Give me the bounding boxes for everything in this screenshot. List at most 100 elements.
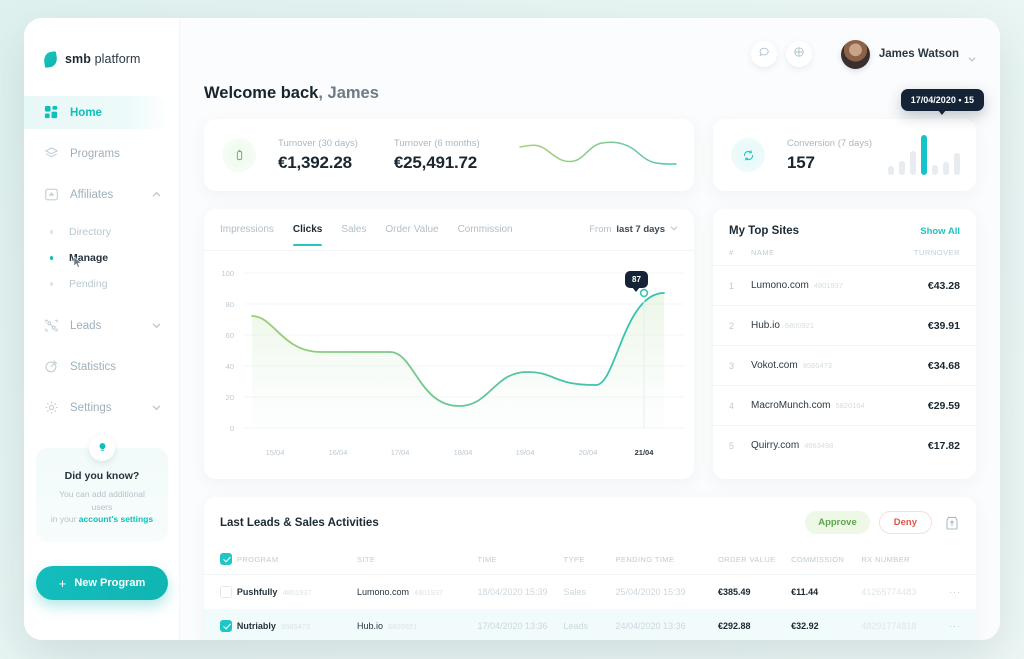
table-header-row: PROGRAM SITE TIME TYPE PENDING TIME ORDE… xyxy=(204,546,976,575)
sidebar-item-affiliates[interactable]: Affiliates xyxy=(24,178,179,211)
tip-title: Did you know? xyxy=(64,469,140,482)
table-row[interactable]: Nutriably 9585473 Hub.io 6800921 17/04/202… xyxy=(204,609,976,640)
sidebar-item-statistics[interactable]: Statistics xyxy=(24,350,179,383)
turnover-sparkline xyxy=(518,133,678,175)
site-turnover: €43.28 xyxy=(927,279,960,292)
chevron-down-icon xyxy=(968,50,976,62)
nodes-icon xyxy=(44,318,59,333)
row-checkbox[interactable] xyxy=(220,620,232,632)
refresh-icon xyxy=(731,138,765,172)
user-menu[interactable]: James Watson xyxy=(840,39,976,69)
sidebar-subitem-pending[interactable]: Pending xyxy=(24,271,179,297)
select-all-cell xyxy=(204,546,237,575)
table-row[interactable]: Pushfully 4801937 Lumono.com 4801937 18/04… xyxy=(204,575,976,610)
turnover-30d-value: €1,392.28 xyxy=(278,152,352,172)
range-prefix: From xyxy=(589,224,612,235)
sidebar-item-home[interactable]: Home xyxy=(24,96,171,129)
grid-icon xyxy=(44,105,59,120)
sidebar-subitem-directory[interactable]: Directory xyxy=(24,219,179,245)
tip-body: You can add additional users in your acc… xyxy=(48,488,156,526)
sidebar-item-settings[interactable]: Settings xyxy=(24,391,179,424)
deny-button[interactable]: Deny xyxy=(878,511,932,534)
app-window: smb platform Home Programs Affiliates Di… xyxy=(24,18,1000,640)
tab-impressions[interactable]: Impressions xyxy=(220,224,274,246)
conversion-label: Conversion (7 days) xyxy=(787,137,873,149)
cell-rx-number: 48291774818 xyxy=(861,609,950,640)
turnover-6m-label: Turnover (6 months) xyxy=(393,137,480,149)
list-item[interactable]: 5 Quirry.com 4663498 €17.82 xyxy=(713,425,976,465)
row-more-button[interactable]: ··· xyxy=(949,609,976,640)
col-rank: # xyxy=(729,248,734,257)
plus-icon: + xyxy=(58,575,67,591)
activities-table: PROGRAM SITE TIME TYPE PENDING TIME ORDE… xyxy=(204,546,976,640)
site-id: 6800921 xyxy=(784,321,815,330)
site-turnover: €17.82 xyxy=(927,439,960,452)
gear-icon xyxy=(44,400,59,415)
col-more xyxy=(949,546,976,575)
svg-text:80: 80 xyxy=(226,300,234,309)
list-item[interactable]: 2 Hub.io 6800921 €39.91 xyxy=(713,305,976,345)
cell-type: Sales xyxy=(563,587,587,597)
show-all-link[interactable]: Show All xyxy=(920,226,960,237)
battery-icon xyxy=(222,138,256,172)
sidebar-item-label: Affiliates xyxy=(70,188,114,201)
sidebar-subitem-label: Directory xyxy=(69,226,112,238)
site-rank: 3 xyxy=(729,360,735,371)
chevron-down-icon xyxy=(152,321,161,330)
brand-text: smb platform xyxy=(65,52,141,66)
activities-title: Last Leads & Sales Activities xyxy=(220,516,379,529)
site-id: 4663498 xyxy=(804,441,834,450)
sidebar-item-label: Statistics xyxy=(70,360,117,373)
apps-button[interactable] xyxy=(785,41,812,67)
site-rank: 5 xyxy=(729,440,735,451)
top-sites-columns: # NAME TURNOVER xyxy=(713,248,976,265)
new-program-label: New Program xyxy=(74,577,146,589)
cell-order-value: €385.49 xyxy=(717,587,751,597)
col-time: TIME xyxy=(477,546,564,575)
sidebar-item-programs[interactable]: Programs xyxy=(24,137,179,170)
export-icon[interactable] xyxy=(944,515,960,531)
account-settings-link[interactable]: account's settings xyxy=(79,514,153,524)
brand-logo[interactable]: smb platform xyxy=(24,44,179,74)
chart-tabs: Impressions Clicks Sales Order Value Com… xyxy=(204,209,694,246)
list-item[interactable]: 1 Lumono.com 4801937 €43.28 xyxy=(713,265,976,305)
col-pending-time: PENDING TIME xyxy=(615,546,718,575)
activities-header: Last Leads & Sales Activities Approve De… xyxy=(204,497,976,546)
tab-order-value[interactable]: Order Value xyxy=(385,224,438,246)
sidebar-item-leads[interactable]: Leads xyxy=(24,309,179,342)
sidebar-nav: Home Programs Affiliates Directory Manag… xyxy=(24,96,179,424)
list-item[interactable]: 4 MacroMunch.com 5820164 €29.59 xyxy=(713,385,976,425)
list-item[interactable]: 3 Vokot.com 9585473 €34.68 xyxy=(713,345,976,385)
row-more-button[interactable]: ··· xyxy=(949,575,976,610)
site-turnover: €34.68 xyxy=(927,359,960,372)
top-sites-title: My Top Sites xyxy=(729,225,800,237)
approve-button[interactable]: Approve xyxy=(805,511,870,534)
select-all-checkbox[interactable] xyxy=(220,553,232,565)
welcome-bold: Welcome back xyxy=(204,84,319,102)
cell-site: Lumono.com 4801937 xyxy=(357,587,444,597)
welcome-rest: , James xyxy=(318,84,379,102)
row-checkbox[interactable] xyxy=(220,586,232,598)
tab-commission[interactable]: Commission xyxy=(458,224,513,246)
messages-button[interactable] xyxy=(750,41,777,67)
chevron-up-icon xyxy=(152,190,161,199)
inbox-icon xyxy=(44,187,59,202)
cell-type: Leads xyxy=(563,609,616,640)
sidebar-item-label: Home xyxy=(70,106,102,119)
conversion-bars xyxy=(888,135,960,175)
cell-time: 17/04/2020 13:36 xyxy=(477,609,564,640)
program-id: 9585473 xyxy=(280,622,311,631)
turnover-30d-metric: Turnover (30 days) €1,392.28 xyxy=(278,138,358,173)
new-program-button[interactable]: + New Program xyxy=(36,566,168,600)
metrics-row: Turnover (30 days) €1,392.28 Turnover (6… xyxy=(204,89,984,191)
turnover-30d-label: Turnover (30 days) xyxy=(278,137,358,149)
sidebar-subitem-manage[interactable]: Manage xyxy=(24,245,179,271)
conversion-tooltip: 17/04/2020 • 15 xyxy=(900,89,984,115)
svg-text:20: 20 xyxy=(226,393,234,402)
chart-point-tooltip: 87 xyxy=(625,271,648,292)
tab-clicks[interactable]: Clicks xyxy=(292,224,323,246)
cell-program: Nutriably 9585473 xyxy=(236,609,357,640)
date-range-selector[interactable]: From last 7 days xyxy=(589,224,678,235)
chevron-down-icon xyxy=(670,224,678,235)
tab-sales[interactable]: Sales xyxy=(341,224,366,246)
